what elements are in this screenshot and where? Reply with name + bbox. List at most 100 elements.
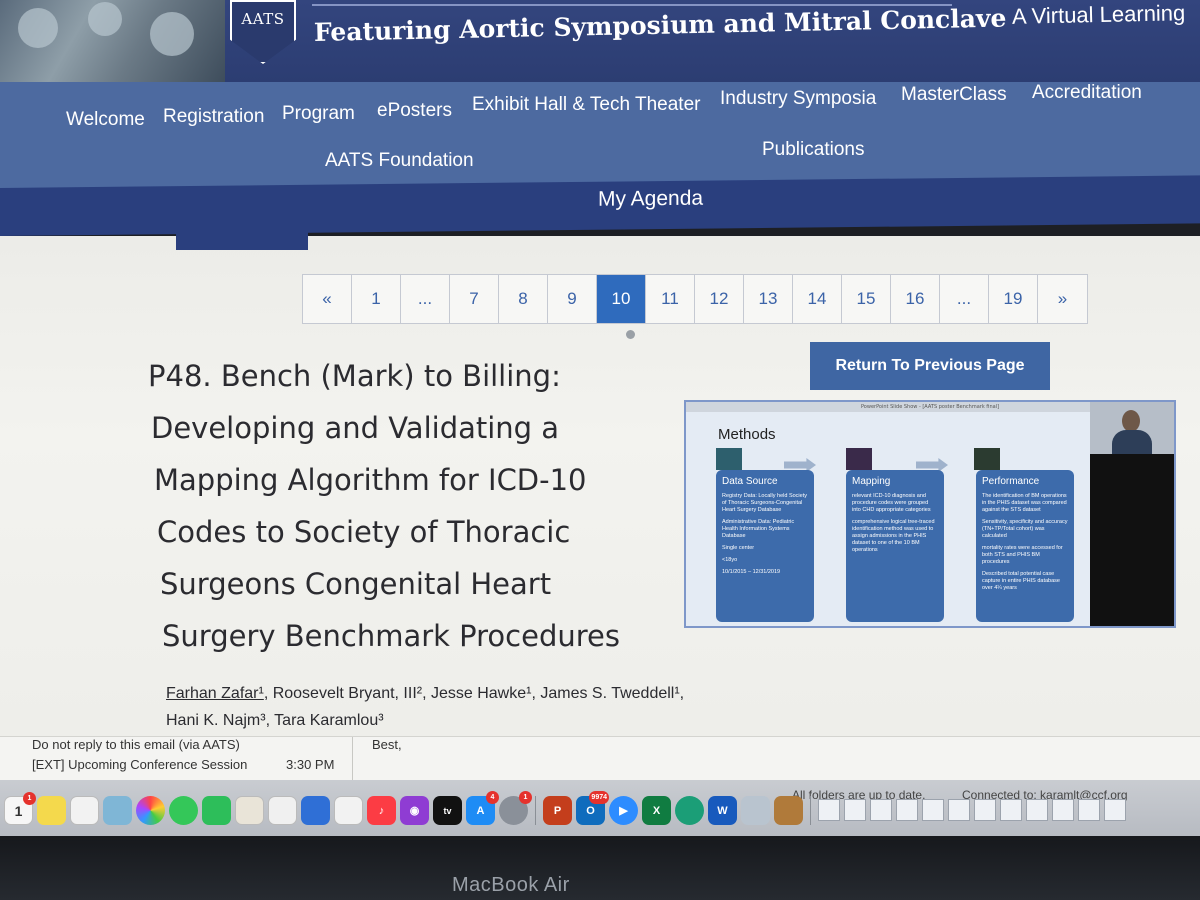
system-preferences-icon[interactable]: 1 [499, 791, 532, 825]
slide-content: Methods Data Source Registry Data: Local… [686, 412, 1090, 626]
reminders-icon[interactable] [70, 796, 99, 825]
word-icon[interactable]: W [708, 796, 737, 825]
minimized-window[interactable] [974, 799, 996, 821]
minimized-window[interactable] [870, 799, 892, 821]
minimized-window[interactable] [1078, 799, 1100, 821]
presenter-torso [1112, 430, 1152, 454]
contacts-icon[interactable] [235, 796, 264, 825]
maps-icon[interactable] [103, 796, 132, 825]
slide-bullet: Single center [722, 545, 755, 551]
utility-icon[interactable] [774, 796, 803, 825]
minimized-window[interactable] [1000, 799, 1022, 821]
poster-title-line: Surgery Benchmark Procedures [162, 619, 620, 653]
outlook-icon[interactable]: O 9974 [576, 791, 609, 825]
performance-box: Performance The identification of BM ope… [976, 470, 1074, 622]
slide-bullet: Administrative Data: Pediatric Health In… [722, 519, 795, 539]
data-source-box: Data Source Registry Data: Locally held … [716, 470, 814, 622]
banner-title: Featuring Aortic Symposium and Mitral Co… [313, 3, 1007, 47]
page-ellipsis: ... [940, 275, 989, 323]
email-sender[interactable]: Do not reply to this email (via AATS) [32, 737, 240, 752]
slide-bullet: Sensitivity, specificity and accuracy (T… [982, 519, 1068, 539]
poster-title-line: Mapping Algorithm for ICD-10 [154, 463, 587, 497]
page-15[interactable]: 15 [842, 275, 891, 323]
page-9[interactable]: 9 [548, 275, 597, 323]
dock-separator [535, 796, 536, 825]
slide-bullet: comprehensive logical tree-traced identi… [852, 519, 935, 553]
preview-icon[interactable] [741, 796, 770, 825]
device-label: MacBook Air [452, 874, 570, 896]
music-icon[interactable]: ♪ [367, 796, 396, 825]
page-1[interactable]: 1 [352, 275, 401, 323]
calendar-day: 1 [14, 802, 23, 819]
keynote-icon[interactable] [301, 796, 330, 825]
numbers-icon[interactable] [268, 796, 297, 825]
network-icon[interactable] [675, 796, 704, 825]
slider-dot[interactable] [626, 330, 635, 339]
page-11[interactable]: 11 [646, 275, 695, 323]
poster-title-line: P48. Bench (Mark) to Billing: [148, 359, 561, 393]
nav-eposters[interactable]: ePosters [377, 100, 452, 122]
page-16[interactable]: 16 [891, 275, 940, 323]
excel-icon[interactable]: X [642, 796, 671, 825]
notes-icon[interactable] [37, 796, 66, 825]
macos-dock: All folders are up to date. Connected to… [0, 780, 1200, 836]
nav-program[interactable]: Program [282, 103, 355, 125]
eposter-video-player[interactable]: PowerPoint Slide Show - [AATS poster Ben… [684, 400, 1176, 628]
nav-registration[interactable]: Registration [163, 106, 264, 128]
nav-aats-foundation[interactable]: AATS Foundation [325, 150, 474, 172]
minimized-window[interactable] [948, 799, 970, 821]
slide-bullet: <18yo [722, 557, 738, 563]
news-icon[interactable] [334, 796, 363, 825]
presenting-author[interactable]: Farhan Zafar¹ [166, 685, 264, 702]
minimized-window[interactable] [1104, 799, 1126, 821]
app-store-badge: 4 [486, 791, 499, 804]
dock-separator [810, 796, 811, 825]
podcasts-icon[interactable]: ◉ [400, 796, 429, 825]
laptop-bezel: MacBook Air [0, 836, 1200, 900]
return-to-previous-page-button[interactable]: Return To Previous Page [810, 342, 1050, 390]
page-next[interactable]: » [1038, 275, 1087, 323]
page-14[interactable]: 14 [793, 275, 842, 323]
nav-my-agenda[interactable]: My Agenda [598, 187, 703, 212]
site-banner: AATS Featuring Aortic Symposium and Mitr… [0, 0, 1200, 82]
page-7[interactable]: 7 [450, 275, 499, 323]
facetime-icon[interactable] [202, 796, 231, 825]
data-source-title: Data Source [722, 476, 778, 487]
slide-bullet: 10/1/2015 – 12/31/2019 [722, 569, 781, 575]
minimized-window[interactable] [1026, 799, 1048, 821]
logo-text: AATS [241, 10, 285, 28]
nav-accreditation[interactable]: Accreditation [1032, 82, 1142, 104]
nav-masterclass[interactable]: MasterClass [901, 84, 1007, 106]
page-8[interactable]: 8 [499, 275, 548, 323]
powerpoint-icon[interactable]: P [543, 796, 572, 825]
apple-tv-icon[interactable]: tv [433, 796, 462, 825]
aats-logo[interactable]: AATS [230, 0, 296, 64]
calendar-icon[interactable]: 1 1 [4, 792, 36, 825]
slide-bullet: Described total potential case capture i… [982, 571, 1060, 591]
nav-exhibit-hall[interactable]: Exhibit Hall & Tech Theater [472, 94, 700, 116]
presenter-webcam [1090, 402, 1174, 626]
poster-title: P48. Bench (Mark) to Billing: Developing… [148, 350, 668, 662]
zoom-icon[interactable]: ▶ [609, 796, 638, 825]
minimized-window[interactable] [844, 799, 866, 821]
page-19[interactable]: 19 [989, 275, 1038, 323]
nav-industry-symposia[interactable]: Industry Symposia [720, 88, 876, 110]
system-preferences-badge: 1 [519, 791, 532, 804]
minimized-window[interactable] [818, 799, 840, 821]
page-12[interactable]: 12 [695, 275, 744, 323]
minimized-window[interactable] [1052, 799, 1074, 821]
outlook-badge: 9974 [589, 791, 609, 804]
pane-divider [352, 737, 353, 781]
nav-publications[interactable]: Publications [762, 139, 864, 161]
app-store-icon[interactable]: A 4 [466, 791, 499, 825]
page-10-current[interactable]: 10 [597, 275, 646, 323]
email-subject[interactable]: [EXT] Upcoming Conference Session [32, 757, 247, 772]
dock-icons: 1 1 ♪ ◉ tv A 4 1 P O 9974 ▶ X W [4, 791, 1126, 825]
minimized-window[interactable] [922, 799, 944, 821]
page-prev[interactable]: « [303, 275, 352, 323]
minimized-window[interactable] [896, 799, 918, 821]
nav-welcome[interactable]: Welcome [66, 109, 145, 131]
photos-icon[interactable] [136, 796, 165, 825]
page-13[interactable]: 13 [744, 275, 793, 323]
messages-icon[interactable] [169, 796, 198, 825]
